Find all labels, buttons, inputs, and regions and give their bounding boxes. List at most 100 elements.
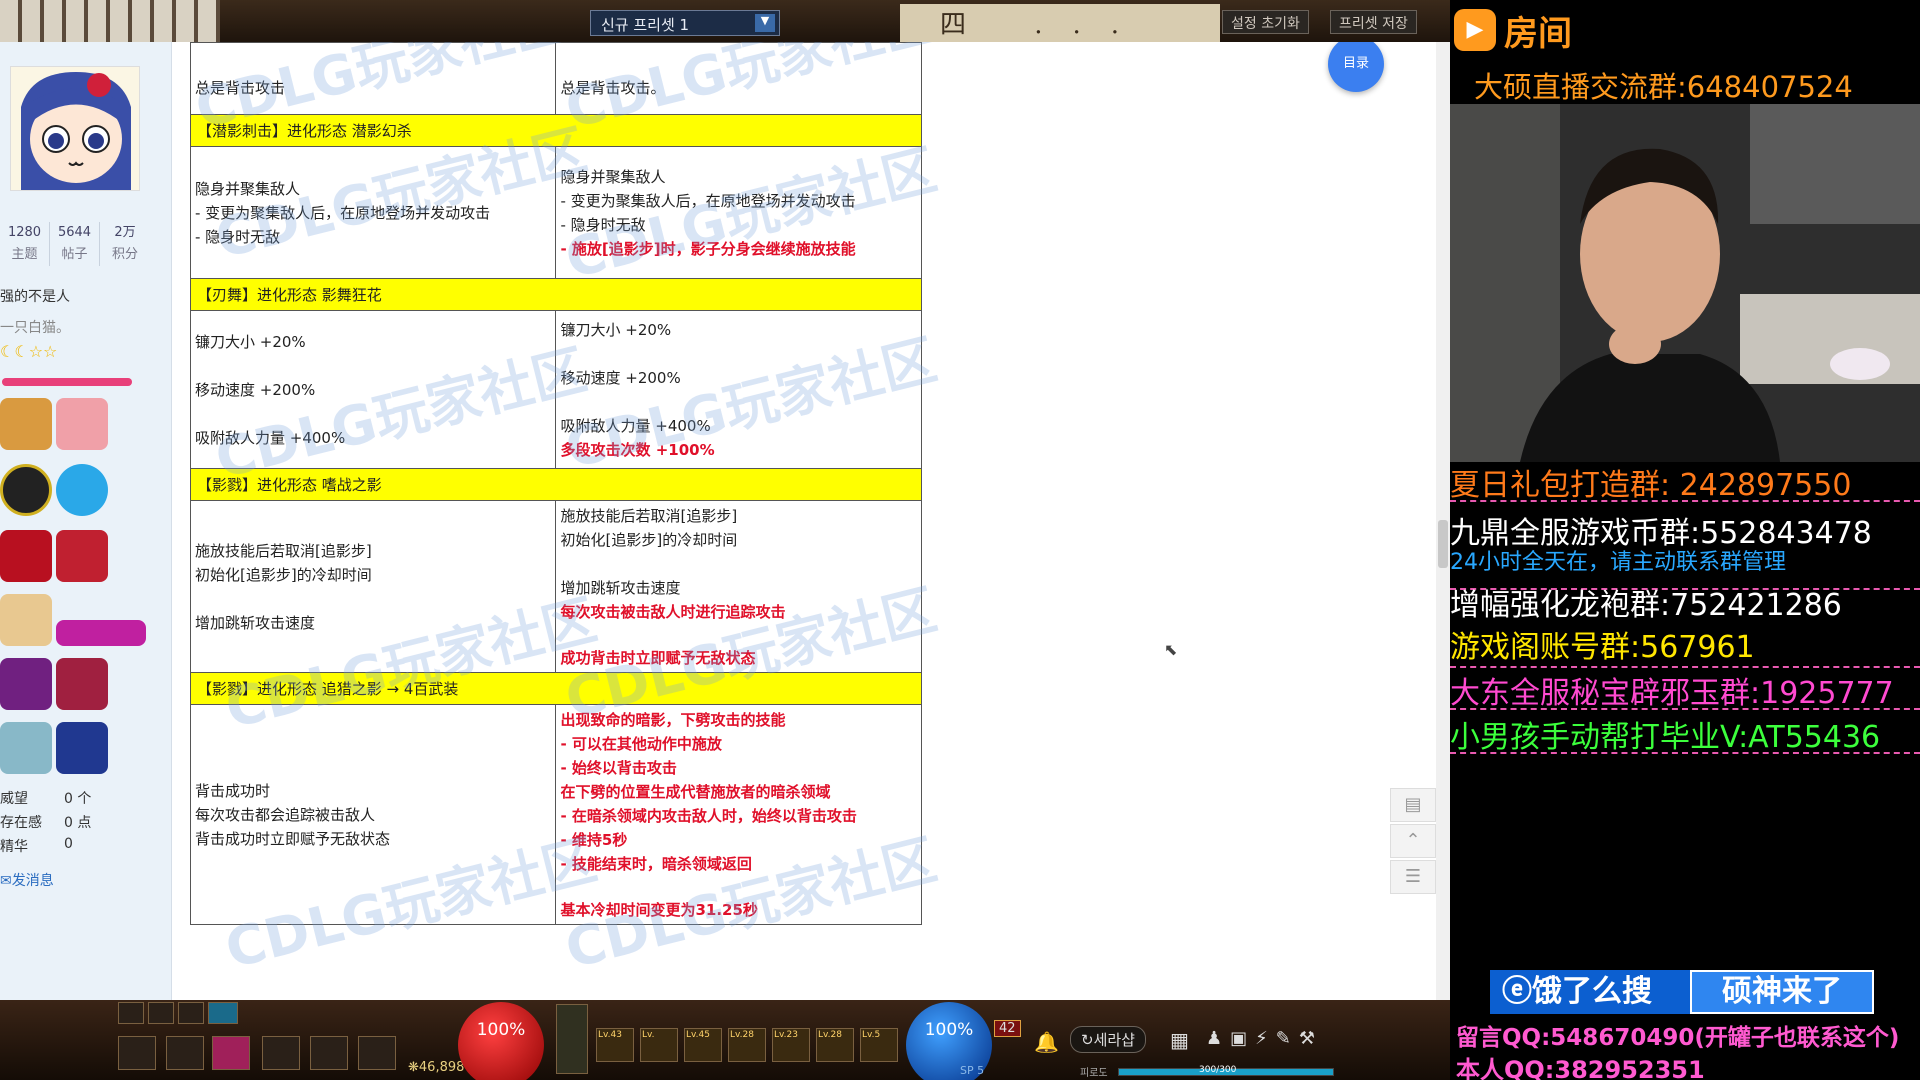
skill-medal-1[interactable] — [0, 658, 52, 710]
skill-slot-4[interactable]: Lv.28 — [728, 1028, 766, 1062]
quick-slot[interactable] — [118, 1002, 144, 1024]
sword-medal[interactable] — [56, 620, 146, 646]
top-right-cell: 总是背击攻击。 — [555, 42, 922, 115]
user-profile-sidebar: 1280 主题 5644 帖子 2万 积分 强的不是人 一只白猫。 ☾☾☆☆ 威望 0… — [0, 42, 172, 1000]
changed-effect-line: - 始终以背击攻击 — [560, 758, 677, 777]
cake-medal[interactable] — [0, 594, 52, 646]
profile-stats: 1280 主题 5644 帖子 2万 积分 — [0, 222, 160, 266]
comment-button[interactable]: ▤ — [1390, 788, 1436, 822]
effect-line: 增加跳斩攻击速度 — [560, 578, 681, 597]
effect-line: 初始化[追影步]的冷却时间 — [560, 530, 738, 549]
skill-slot-6[interactable]: Lv.28 — [816, 1028, 854, 1062]
effect-line: 增加跳斩攻击速度 — [195, 613, 316, 632]
changed-effect-line: - 可以在其他动作中施放 — [560, 734, 722, 753]
comment-icon: ▤ — [1404, 794, 1422, 815]
list-button[interactable]: ☰ — [1390, 860, 1436, 894]
conquer-medal[interactable] — [0, 530, 52, 582]
potion-slot-1[interactable] — [118, 1036, 156, 1070]
girl-medal[interactable] — [56, 530, 108, 582]
skill-medal-3[interactable] — [0, 722, 52, 774]
potion-slot-3[interactable] — [212, 1036, 250, 1070]
potion-slot-4[interactable] — [262, 1036, 300, 1070]
send-message-link[interactable]: ✉发消息 — [0, 870, 54, 890]
reset-settings-button[interactable]: 설정 초기화 — [1222, 10, 1309, 34]
new-effect-cell: 隐身并聚集敌人 - 变更为聚集敌人后，在原地登场并发动攻击 - 隐身时无敌 - 施放[… — [555, 146, 922, 279]
room-title: 房间 — [1504, 13, 1572, 54]
promo-line-1: 夏日礼包打造群: 242897550 — [1450, 468, 1852, 503]
save-preset-button[interactable]: 프리셋 저장 — [1330, 10, 1417, 34]
skill-slot-2[interactable]: Lv. — [640, 1028, 678, 1062]
list-icon: ☰ — [1404, 866, 1422, 887]
scrollbar-thumb[interactable] — [1438, 520, 1448, 568]
character-medal[interactable] — [56, 398, 108, 450]
system-icons[interactable]: ♟▣⚡✎⚒ — [1206, 1028, 1323, 1049]
effect-line — [560, 342, 917, 366]
fatigue-label: 피로도 — [1080, 1068, 1108, 1079]
promo-line-4: 增幅强化龙袍群:752421286 — [1450, 588, 1842, 623]
section-header: 【刃舞】进化形态 影舞狂花 — [190, 278, 922, 311]
table-row: 施放技能后若取消[追影步] 初始化[追影步]的冷却时间 增加跳斩攻击速度 施放技能后若… — [190, 500, 922, 673]
section-header: 【影戮】进化形态 追猎之影 → 4百武装 — [190, 672, 922, 705]
essence-label: 精华 — [0, 839, 28, 855]
changed-effect-line — [560, 876, 917, 898]
effect-line: 吸附敌人力量 +400% — [195, 428, 346, 447]
skill-slot-3[interactable]: Lv.45 — [684, 1028, 722, 1062]
back-to-top-button[interactable]: ⌃ — [1390, 824, 1436, 858]
skill-table: 总是背击攻击 总是背击攻击。 【潜影刺击】进化形态 潜影幻杀 隐身并聚集敌人 - 变… — [190, 42, 922, 925]
room-header: ▶ 房间 — [1450, 0, 1920, 60]
level-badge: 42 — [994, 1020, 1021, 1037]
potion-slot-6[interactable] — [358, 1036, 396, 1070]
effect-line: 施放技能后若取消[追影步] — [195, 541, 372, 560]
potion-slot-2[interactable] — [166, 1036, 204, 1070]
stat-points[interactable]: 2万 积分 — [100, 222, 150, 266]
old-effect-cell: 背击成功时 每次攻击都会追踪被击敌人 背击成功时立即赋予无敌状态 — [190, 704, 557, 925]
menu-grid-icon[interactable]: ▦ — [1170, 1028, 1189, 1052]
quick-slot[interactable] — [208, 1002, 238, 1024]
bell-icon[interactable]: 🔔 — [1034, 1030, 1059, 1054]
skill-medal-4[interactable] — [56, 722, 108, 774]
mouse-cursor-icon: ⬉ — [1164, 640, 1178, 659]
skill-slot-7[interactable]: Lv.5 — [860, 1028, 898, 1062]
monkey-medal[interactable] — [0, 398, 52, 450]
skill-medal-2[interactable] — [56, 658, 108, 710]
avatar[interactable] — [10, 66, 140, 191]
qq-message-line: 留言QQ:548670490(开罐子也联系这个) — [1456, 1025, 1900, 1051]
presence-label: 存在感 — [0, 815, 42, 831]
main-group-text: 大硕直播交流群:648407524 — [1474, 70, 1853, 104]
buzhi-medal[interactable] — [56, 464, 108, 516]
skill-comparison-article: 总是背击攻击 总是背击攻击。 【潜影刺击】进化形态 潜影幻杀 隐身并聚集敌人 - 变… — [190, 42, 922, 1000]
effect-line — [195, 402, 551, 426]
21-medal[interactable] — [0, 464, 52, 516]
skill-slot-5[interactable]: Lv.23 — [772, 1028, 810, 1062]
channel-button[interactable]: ↻세라샵 — [1070, 1026, 1146, 1053]
effect-line: 镰刀大小 +20% — [195, 332, 306, 351]
table-row: 总是背击攻击 总是背击攻击。 — [190, 42, 922, 115]
game-top-bar: 신규 프리셋 1▼ 四 ... 流 설정 초기화 프리셋 저장 — [0, 0, 1450, 42]
calligraphy-banner: 四 ... 流 — [900, 4, 1220, 42]
skill-slot-1[interactable]: Lv.43 — [596, 1028, 634, 1062]
stat-topics[interactable]: 1280 主题 — [0, 222, 50, 266]
user-signature: 一只白猫。 — [0, 320, 70, 336]
section-header: 【潜影刺击】进化形态 潜影幻杀 — [190, 114, 922, 147]
search-banner-left: ⓔ饿了么搜 — [1490, 970, 1690, 1014]
eleme-logo-icon: ⓔ — [1502, 974, 1532, 1009]
quick-slot[interactable] — [148, 1002, 174, 1024]
page-scrollbar[interactable] — [1436, 42, 1450, 1000]
effect-line: 施放技能后若取消[追影步] — [560, 506, 738, 525]
stat-posts[interactable]: 5644 帖子 — [50, 222, 100, 266]
effect-line — [195, 354, 551, 378]
search-banner: ⓔ饿了么搜 硕神来了 — [1490, 970, 1880, 1014]
promo-line-3: 24小时全天在，请主动联系群管理 — [1450, 550, 1786, 575]
toc-button[interactable]: 目录 — [1328, 36, 1384, 92]
user-title: 强的不是人 — [0, 289, 70, 305]
effect-line: - 变更为聚集敌人后，在原地登场并发动攻击 — [560, 191, 856, 210]
quick-slot[interactable] — [178, 1002, 204, 1024]
section-header-row: 【影戮】进化形态 追猎之影 → 4百武装 — [190, 672, 922, 705]
effect-line: - 隐身时无敌 — [195, 227, 281, 246]
table-row: 背击成功时 每次攻击都会追踪被击敌人 背击成功时立即赋予无敌状态 出现致命的暗影，下劈… — [190, 704, 922, 925]
preset-select[interactable]: 신규 프리셋 1 ▼ — [590, 10, 780, 36]
potion-slot-5[interactable] — [310, 1036, 348, 1070]
presence-value: 0 点 — [64, 815, 92, 831]
effect-line: 吸附敌人力量 +400% — [560, 416, 711, 435]
changed-effect-line: - 施放[追影步]时，影子分身会继续施放技能 — [560, 239, 856, 258]
